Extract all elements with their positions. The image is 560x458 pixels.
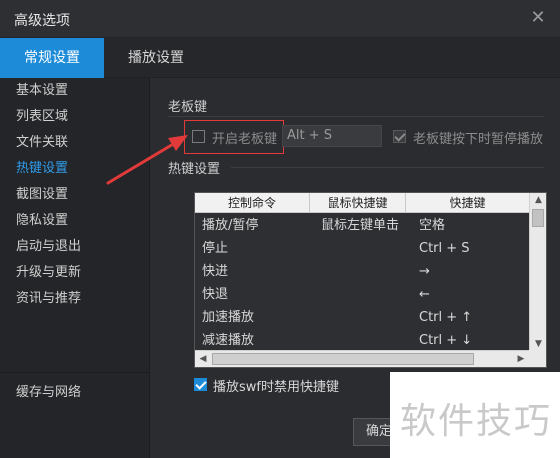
hotkeys-section-title: 热键设置	[168, 162, 221, 177]
sidebar-item-cache-network[interactable]: 缓存与网络	[0, 380, 150, 406]
column-header-key[interactable]: 快捷键	[406, 193, 529, 213]
horizontal-scroll-thumb[interactable]	[212, 353, 474, 365]
enable-boss-key-checkbox[interactable]	[192, 130, 205, 143]
table-row[interactable]: 减速播放 Ctrl + ↓	[195, 329, 529, 352]
scroll-left-icon[interactable]: ◀	[195, 351, 211, 367]
cell-command: 减速播放	[202, 333, 255, 348]
tab-bar: 常规设置 播放设置	[0, 38, 560, 78]
enable-boss-key-label: 开启老板键	[212, 132, 278, 147]
sidebar-item-privacy[interactable]: 隐私设置	[0, 208, 150, 234]
sidebar-item-startup-exit[interactable]: 启动与退出	[0, 234, 150, 260]
pause-on-boss-key-checkbox[interactable]	[393, 130, 406, 143]
sidebar-item-screenshot[interactable]: 截图设置	[0, 182, 150, 208]
boss-key-hotkey-input[interactable]: Alt + S	[282, 125, 382, 147]
scroll-down-icon[interactable]: ▼	[530, 337, 547, 351]
scrollbar-corner	[529, 350, 546, 367]
disable-hotkeys-swf-label: 播放swf时禁用快捷键	[213, 380, 339, 395]
table-header: 控制命令 鼠标快捷键 快捷键	[195, 193, 529, 213]
table-row[interactable]: 快进 →	[195, 260, 529, 283]
table-row[interactable]: 加速播放 Ctrl + ↑	[195, 306, 529, 329]
hotkey-table: 控制命令 鼠标快捷键 快捷键 播放/暂停 鼠标左键单击 空格 停止 Ctrl +…	[194, 192, 547, 368]
cell-key: Ctrl + ↑	[419, 310, 473, 325]
cell-key: ←	[419, 287, 430, 302]
cell-command: 快退	[202, 287, 229, 302]
table-row[interactable]: 停止 Ctrl + S	[195, 237, 529, 260]
title-bar: 高级选项 ✕	[0, 0, 560, 38]
tab-general-settings[interactable]: 常规设置	[0, 38, 104, 78]
cell-command: 快进	[202, 264, 229, 279]
table-row[interactable]: 播放/暂停 鼠标左键单击 空格	[195, 214, 529, 237]
cell-command: 播放/暂停	[202, 218, 259, 233]
sidebar-item-list-area[interactable]: 列表区域	[0, 104, 150, 130]
sidebar-item-basic[interactable]: 基本设置	[0, 78, 150, 104]
sidebar-item-upgrade[interactable]: 升级与更新	[0, 260, 150, 286]
vertical-scroll-thumb[interactable]	[532, 209, 544, 227]
sidebar-divider	[0, 372, 150, 373]
cell-key: Ctrl + S	[419, 241, 470, 256]
pause-on-boss-key-label: 老板键按下时暂停播放	[413, 132, 544, 147]
cell-key: Ctrl + ↓	[419, 333, 473, 348]
cell-key: →	[419, 264, 430, 279]
section-divider	[168, 116, 544, 117]
boss-key-section-title: 老板键	[168, 100, 208, 115]
tab-playback-settings[interactable]: 播放设置	[104, 38, 208, 78]
window-title: 高级选项	[14, 13, 70, 29]
sidebar-item-hotkeys[interactable]: 热键设置	[0, 156, 150, 182]
watermark: 软件技巧	[390, 372, 560, 458]
scroll-up-icon[interactable]: ▲	[530, 193, 547, 207]
cell-key: 空格	[419, 218, 446, 233]
cell-mouse: 鼠标左键单击	[321, 218, 400, 233]
horizontal-scrollbar[interactable]: ◀ ▶	[195, 350, 529, 367]
column-header-command[interactable]: 控制命令	[195, 193, 310, 213]
watermark-text: 软件技巧	[400, 401, 553, 442]
cell-command: 加速播放	[202, 310, 255, 325]
column-header-mouse[interactable]: 鼠标快捷键	[310, 193, 406, 213]
sidebar: 基本设置 列表区域 文件关联 热键设置 截图设置 隐私设置 启动与退出 升级与更…	[0, 78, 150, 458]
cell-command: 停止	[202, 241, 229, 256]
scroll-right-icon[interactable]: ▶	[513, 351, 529, 367]
sidebar-item-file-association[interactable]: 文件关联	[0, 130, 150, 156]
disable-hotkeys-swf-checkbox[interactable]	[194, 378, 207, 391]
table-row[interactable]: 快退 ←	[195, 283, 529, 306]
close-icon[interactable]: ✕	[528, 8, 548, 28]
sidebar-item-news[interactable]: 资讯与推荐	[0, 286, 150, 312]
section-divider	[231, 167, 544, 168]
vertical-scrollbar[interactable]: ▲ ▼	[529, 193, 546, 351]
